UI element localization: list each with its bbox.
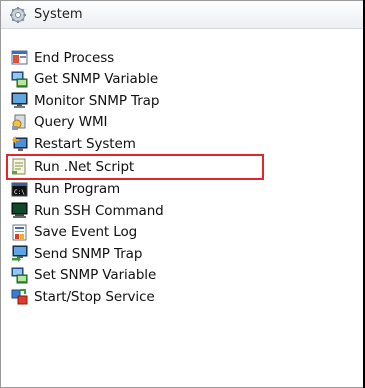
start-stop-service-icon xyxy=(11,289,28,305)
list-item-label: Run Program xyxy=(34,181,121,198)
list-item-run-net-script[interactable]: Run .Net Script xyxy=(6,153,264,180)
set-snmp-variable-icon xyxy=(11,267,28,284)
list-item-label: Restart System xyxy=(34,135,136,152)
list-item-get-snmp-variable[interactable]: Get SNMP Variable xyxy=(11,69,341,91)
end-process-icon xyxy=(11,50,28,65)
send-snmp-trap-icon xyxy=(12,245,28,263)
list-item-start-stop-service[interactable]: Start/Stop Service xyxy=(11,286,341,308)
run-program-icon: C:\ xyxy=(11,182,28,197)
list-item-label: Run .Net Script xyxy=(34,158,135,175)
list-item-label: Save Event Log xyxy=(34,224,138,241)
run-ssh-command-icon xyxy=(11,202,28,219)
save-event-log-icon xyxy=(12,224,27,241)
list-item-label: Run SSH Command xyxy=(34,202,164,219)
list-item-label: Send SNMP Trap xyxy=(34,245,143,262)
svg-text:C:\: C:\ xyxy=(14,189,25,196)
list-item-send-snmp-trap[interactable]: Send SNMP Trap xyxy=(11,243,341,265)
list-item-query-wmi[interactable]: Query WMI xyxy=(11,112,341,134)
list-item-set-snmp-variable[interactable]: Set SNMP Variable xyxy=(11,265,341,287)
get-snmp-variable-icon xyxy=(11,71,28,88)
list-item-run-ssh-command[interactable]: Run SSH Command xyxy=(11,200,341,222)
panel-title: System xyxy=(34,7,83,22)
action-list: End Process Get SNMP Variable Monitor SN… xyxy=(6,47,341,308)
list-item-label: Set SNMP Variable xyxy=(34,267,157,284)
panel-header[interactable]: System xyxy=(1,1,364,29)
restart-system-icon xyxy=(12,136,28,152)
list-item-label: Start/Stop Service xyxy=(34,288,155,305)
list-item-label: Monitor SNMP Trap xyxy=(34,92,160,109)
list-item-end-process[interactable]: End Process xyxy=(11,47,341,69)
list-item-monitor-snmp-trap[interactable]: Monitor SNMP Trap xyxy=(11,90,341,112)
list-item-label: Query WMI xyxy=(34,114,108,131)
gear-icon xyxy=(10,6,26,23)
monitor-snmp-trap-icon xyxy=(11,92,28,109)
list-item-run-program[interactable]: C:\ Run Program xyxy=(11,179,341,201)
list-item-restart-system[interactable]: Restart System xyxy=(11,133,341,155)
list-item-label: End Process xyxy=(34,49,115,66)
list-item-save-event-log[interactable]: Save Event Log xyxy=(11,222,341,244)
query-wmi-icon xyxy=(12,114,26,130)
system-panel: System End Process Get SNMP Variable Mon… xyxy=(0,0,365,388)
run-net-script-icon xyxy=(12,158,26,175)
list-item-label: Get SNMP Variable xyxy=(34,71,159,88)
